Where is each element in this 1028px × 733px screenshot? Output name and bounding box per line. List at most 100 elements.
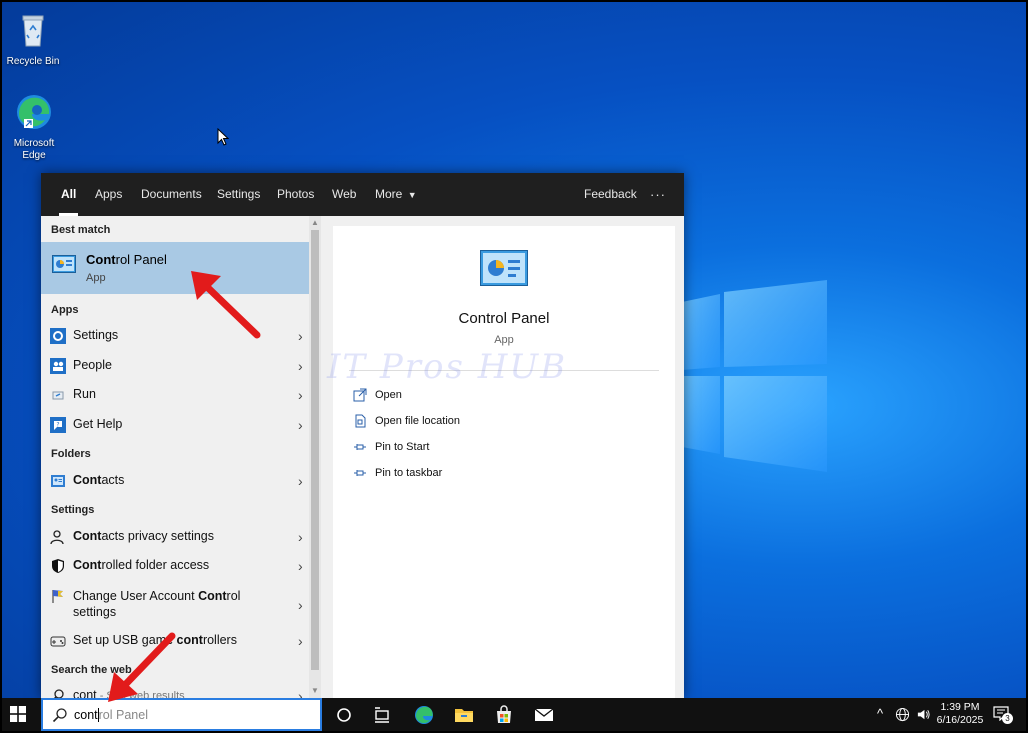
file-location-icon (355, 414, 366, 428)
desktop-icon-label: Recycle Bin (6, 56, 60, 67)
setting-row-label-bold: cont (176, 633, 203, 647)
web-search-query: cont (73, 688, 97, 698)
results-list: Best match Control Panel App Apps Settin… (41, 216, 321, 698)
gear-icon (50, 328, 66, 344)
app-row-run[interactable]: Run › (41, 387, 311, 409)
clock[interactable]: 1:39 PM 6/16/2025 (935, 701, 985, 727)
group-heading-best-match: Best match (51, 224, 111, 236)
chevron-up-icon[interactable]: ^ (877, 706, 883, 721)
pin-icon (354, 444, 366, 450)
edge-taskbar-icon[interactable] (413, 704, 435, 726)
tab-documents[interactable]: Documents (141, 173, 202, 216)
scroll-down-arrow-icon[interactable]: ▼ (311, 686, 319, 695)
taskbar-search-box[interactable]: control Panel (41, 698, 322, 731)
scroll-up-arrow-icon[interactable]: ▲ (311, 218, 319, 227)
app-row-get-help[interactable]: ? Get Help › (41, 417, 311, 439)
tab-web[interactable]: Web (332, 173, 356, 216)
chevron-right-icon[interactable]: › (298, 473, 303, 489)
chevron-right-icon[interactable]: › (298, 328, 303, 344)
chevron-right-icon[interactable]: › (298, 358, 303, 374)
pin-icon (354, 470, 366, 476)
scrollbar-thumb[interactable] (311, 230, 319, 670)
app-row-label: Settings (73, 328, 119, 342)
action-label: Pin to taskbar (375, 467, 443, 479)
tab-photos[interactable]: Photos (277, 173, 314, 216)
app-row-label: Get Help (73, 417, 123, 431)
network-globe-icon[interactable] (895, 707, 910, 722)
open-icon (353, 388, 367, 402)
tab-more[interactable]: More ▼ (375, 173, 417, 216)
best-match-title: Control Panel (86, 252, 167, 267)
folder-row-label-bold: Cont (73, 473, 102, 487)
contacts-icon (51, 475, 65, 487)
app-row-settings[interactable]: Settings › (41, 328, 311, 350)
setting-row-label-bold: Cont (73, 558, 102, 572)
chevron-right-icon[interactable]: › (298, 529, 303, 545)
setting-row-contacts-privacy[interactable]: Contacts privacy settings › (41, 529, 311, 551)
desktop-icon-label: Microsoft Edge (13, 138, 55, 161)
tab-more-label: More (375, 187, 403, 201)
folder-row-label: Contacts (73, 473, 124, 487)
gamepad-icon (50, 636, 66, 647)
annotation-arrow-search-box (108, 632, 176, 702)
task-view-icon[interactable] (371, 704, 393, 726)
clock-time: 1:39 PM (940, 701, 980, 713)
chevron-right-icon[interactable]: › (298, 633, 303, 649)
notification-count-badge: 3 (1002, 713, 1013, 724)
desktop-icon-recycle-bin[interactable]: Recycle Bin (2, 10, 65, 68)
setting-row-uac[interactable]: Change User Account Control settings › (41, 588, 311, 626)
folder-row-label-rest: acts (101, 473, 125, 487)
task-view-circle-icon[interactable] (333, 704, 355, 726)
best-match-control-panel[interactable]: Control Panel App (41, 242, 309, 294)
windows-start-icon[interactable] (10, 706, 26, 722)
setting-row-label-rest: acts privacy settings (101, 529, 215, 543)
watermark-text: IT Pros HUB (327, 347, 568, 387)
search-icon (52, 708, 67, 723)
clock-date: 6/16/2025 (936, 714, 984, 726)
mail-icon[interactable] (533, 704, 555, 726)
tab-all[interactable]: All (58, 173, 79, 216)
setting-row-label: Controlled folder access (73, 558, 209, 572)
chevron-right-icon[interactable]: › (298, 688, 303, 698)
chevron-right-icon[interactable]: › (298, 387, 303, 403)
shield-icon (52, 559, 64, 573)
setting-row-label-rest2: rollers (202, 633, 237, 647)
setting-row-label: Contacts privacy settings (73, 529, 214, 543)
tab-apps[interactable]: Apps (95, 173, 122, 216)
desktop-icon-edge[interactable]: Microsoft Edge (2, 92, 66, 162)
action-label: Pin to Start (375, 441, 430, 453)
chevron-right-icon[interactable]: › (298, 558, 303, 574)
search-input-text[interactable]: control Panel (74, 708, 148, 722)
action-label: Open (375, 389, 402, 401)
group-heading-apps: Apps (51, 304, 79, 316)
chevron-right-icon[interactable]: › (298, 417, 303, 433)
folder-row-contacts[interactable]: Contacts › (41, 473, 311, 495)
best-match-subtitle: App (86, 272, 106, 284)
action-label: Open file location (375, 415, 460, 427)
edge-icon (17, 95, 51, 129)
volume-icon[interactable] (916, 707, 931, 722)
setting-row-label-rest: rolled folder access (101, 558, 210, 572)
people-icon (50, 358, 66, 374)
store-icon[interactable] (493, 704, 515, 726)
feedback-button[interactable]: Feedback (584, 173, 637, 216)
results-scrollbar[interactable]: ▲ ▼ (309, 216, 321, 698)
search-typed-text: cont (74, 708, 98, 722)
recycle-bin-icon (22, 15, 44, 47)
tab-settings[interactable]: Settings (217, 173, 260, 216)
file-explorer-icon[interactable] (453, 704, 475, 726)
app-row-people[interactable]: People › (41, 358, 311, 380)
svg-text:?: ? (56, 422, 59, 429)
search-filter-bar: All Apps Documents Settings Photos Web M… (41, 173, 684, 216)
control-panel-large-icon (480, 250, 528, 286)
setting-row-controlled-folder-access[interactable]: Controlled folder access › (41, 558, 311, 580)
setting-row-label-rest: rol (226, 589, 241, 603)
search-suggestion-text: rol Panel (98, 708, 148, 722)
detail-title: Control Panel (458, 310, 550, 327)
chevron-right-icon[interactable]: › (298, 597, 303, 613)
person-icon (50, 530, 64, 545)
more-options-button[interactable]: ··· (650, 173, 666, 216)
start-search-panel: All Apps Documents Settings Photos Web M… (41, 173, 684, 698)
best-match-title-bold: Cont (86, 252, 116, 267)
notifications-button[interactable]: 3 (993, 705, 1013, 725)
